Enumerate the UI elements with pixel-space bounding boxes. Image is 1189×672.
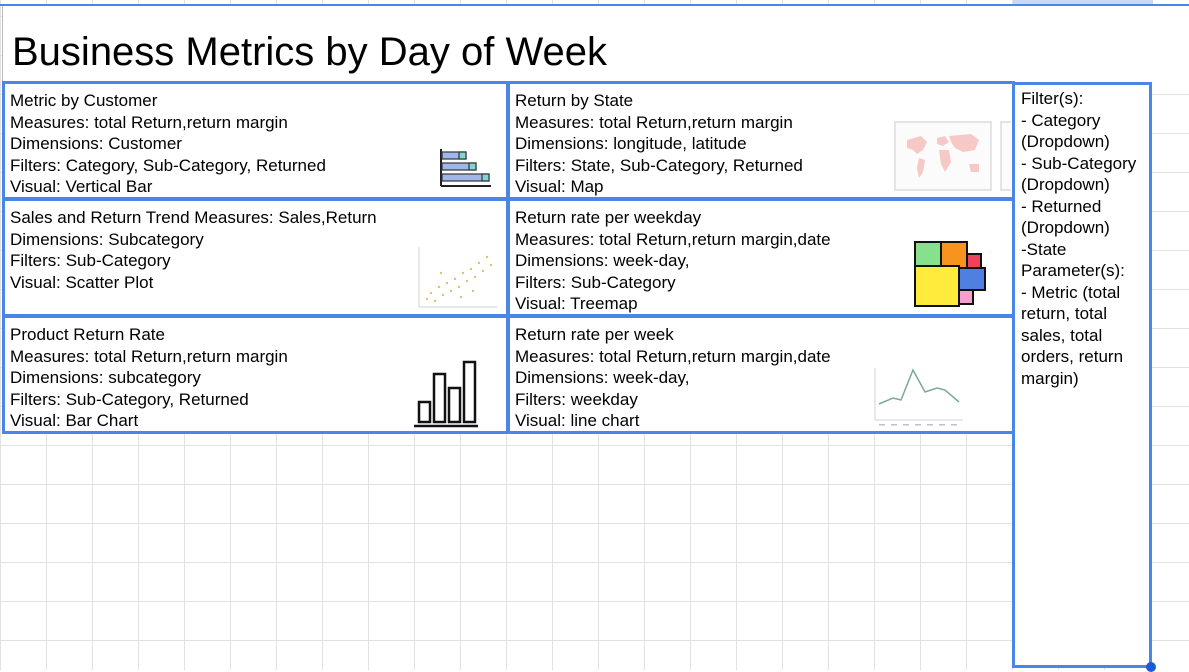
card-filters: Filters: Sub-Category	[10, 251, 171, 270]
title-cell[interactable]: Business Metrics by Day of Week	[2, 6, 1189, 82]
card-filters: Filters: State, Sub-Category, Returned	[515, 155, 803, 175]
card-title: Return rate per weekday	[515, 208, 702, 227]
card-measures: Measures: total Return,return margin,dat…	[515, 229, 831, 249]
filters-panel-line: Filter(s):	[1021, 89, 1084, 108]
filters-panel-text: Filter(s): - Category (Dropdown) - Sub-Cate…	[1021, 88, 1149, 389]
card-measures: Measures: total Return,return margin	[10, 346, 288, 366]
selection-resize-handle[interactable]	[1146, 662, 1156, 672]
card-return-by-state[interactable]: Return by State Measures: total Return,r…	[507, 81, 1015, 200]
card-filters: Filters: weekday	[515, 389, 638, 409]
filters-panel-line: (Dropdown)	[1021, 175, 1110, 194]
horizontal-bar-icon	[440, 149, 491, 187]
world-map-icon	[894, 121, 1011, 191]
filters-panel-line: Parameter(s):	[1021, 261, 1125, 280]
page-title: Business Metrics by Day of Week	[12, 30, 608, 74]
filters-panel-line: - Category	[1021, 110, 1101, 130]
card-sales-and-return-trend[interactable]: Sales and Return Trend Measures: Sales,R…	[2, 198, 509, 317]
card-dimensions: Dimensions: week-day,	[515, 251, 690, 270]
scatter-plot-icon	[418, 247, 497, 308]
card-visual: Visual: line chart	[515, 411, 640, 430]
card-visual: Visual: Vertical Bar	[10, 177, 153, 196]
card-visual: Visual: Scatter Plot	[10, 272, 154, 292]
filters-panel-line: sales, total	[1021, 325, 1103, 345]
filters-panel-line: return, total	[1021, 304, 1107, 323]
card-title: Sales and Return Trend Measures: Sales,R…	[10, 208, 377, 227]
card-dimensions: Dimensions: Customer	[10, 134, 182, 153]
card-filters: Filters: Category, Sub-Category, Returne…	[10, 155, 326, 175]
filters-panel-line: (Dropdown)	[1021, 218, 1110, 237]
treemap-icon	[914, 241, 986, 307]
card-filters: Filters: Sub-Category	[515, 272, 676, 292]
line-chart-icon	[874, 368, 963, 426]
filters-panel-line: margin)	[1021, 368, 1079, 388]
card-dimensions: Dimensions: week-day,	[515, 368, 690, 387]
card-dimensions: Dimensions: subcategory	[10, 368, 201, 387]
filters-panel-line: - Metric (total	[1021, 282, 1121, 302]
bar-chart-icon	[414, 360, 478, 428]
card-dimensions: Dimensions: Subcategory	[10, 229, 204, 249]
card-measures: Measures: total Return,return margin	[10, 112, 288, 132]
filters-panel-line: -State	[1021, 239, 1067, 259]
card-filters: Filters: Sub-Category, Returned	[10, 389, 249, 409]
card-visual: Visual: Map	[515, 177, 604, 196]
card-measures: Measures: total Return,return margin	[515, 112, 793, 132]
filters-panel-line: orders, return	[1021, 347, 1124, 366]
card-title: Return by State	[515, 91, 634, 110]
filters-panel-line: - Returned	[1021, 196, 1102, 216]
card-title: Metric by Customer	[10, 91, 158, 110]
filters-panel[interactable]: Filter(s): - Category (Dropdown) - Sub-Cate…	[1012, 82, 1152, 668]
card-dimensions: Dimensions: longitude, latitude	[515, 134, 747, 153]
card-title: Return rate per week	[515, 325, 674, 344]
card-product-return-rate[interactable]: Product Return Rate Measures: total Retu…	[2, 315, 509, 434]
card-return-rate-per-week[interactable]: Return rate per week Measures: total Ret…	[507, 315, 1015, 434]
card-metric-by-customer[interactable]: Metric by Customer Measures: total Retur…	[2, 81, 509, 200]
filters-panel-line: (Dropdown)	[1021, 132, 1110, 151]
card-visual: Visual: Bar Chart	[10, 411, 139, 430]
card-return-rate-per-weekday[interactable]: Return rate per weekday Measures: total …	[507, 198, 1015, 317]
filters-panel-line: - Sub-Category	[1021, 153, 1137, 173]
card-title: Product Return Rate	[10, 325, 165, 344]
card-visual: Visual: Treemap	[515, 294, 638, 313]
card-measures: Measures: total Return,return margin,dat…	[515, 346, 831, 366]
